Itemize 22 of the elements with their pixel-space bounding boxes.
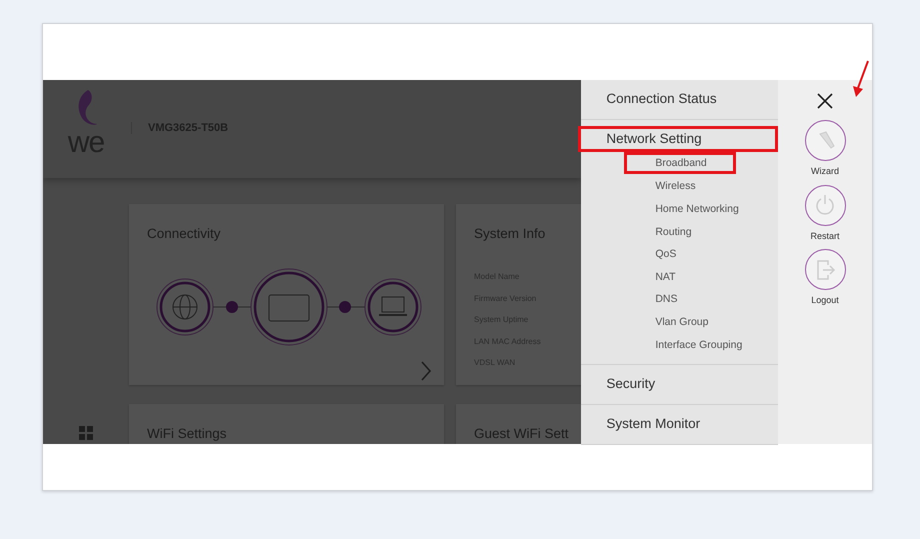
menu-section[interactable]: Security [606, 364, 778, 404]
submenu-item[interactable]: NAT [655, 270, 676, 286]
wizard-button[interactable] [804, 120, 846, 161]
submenu-item[interactable]: Interface Grouping [655, 338, 742, 354]
close-button[interactable] [816, 92, 834, 110]
action-label: Wizard [811, 165, 840, 178]
submenu-item[interactable]: DNS [655, 292, 678, 308]
menu-section[interactable]: Connection Status [606, 80, 778, 119]
submenu-item[interactable]: Wireless [655, 179, 696, 196]
submenu-item[interactable]: QoS [655, 247, 676, 263]
chevron-right-icon[interactable] [420, 361, 432, 381]
submenu-item[interactable]: Broadband [624, 152, 736, 174]
menu-section[interactable]: Network Setting [578, 126, 778, 152]
menu-section[interactable]: System Monitor [606, 404, 778, 444]
action-label: Restart [810, 230, 840, 242]
submenu-item[interactable]: Home Networking [655, 202, 739, 218]
submenu-item[interactable]: Vlan Group [655, 314, 708, 331]
restart-button[interactable] [804, 184, 846, 226]
annotation-arrow-icon [851, 60, 871, 98]
action-label: Logout [811, 294, 839, 307]
submenu-item[interactable]: Routing [655, 224, 692, 240]
logout-button[interactable] [804, 249, 846, 290]
